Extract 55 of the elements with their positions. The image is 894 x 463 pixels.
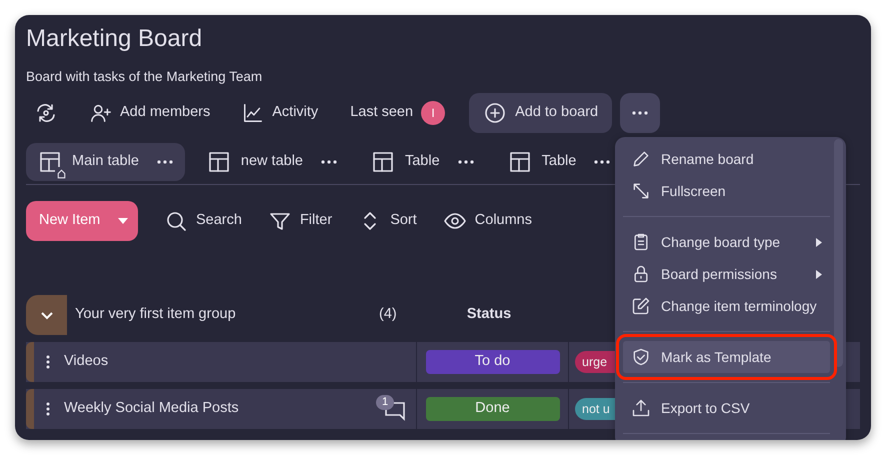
add-person-icon bbox=[90, 102, 112, 124]
avatar[interactable]: I bbox=[421, 101, 446, 126]
group-color-strip bbox=[26, 389, 34, 430]
drag-handle-icon[interactable] bbox=[46, 402, 50, 416]
pencil-icon bbox=[631, 149, 651, 169]
toolbar-button[interactable]: Sort bbox=[358, 201, 417, 242]
add-icon bbox=[483, 101, 508, 126]
menu-item[interactable]: Board permissions bbox=[623, 258, 830, 290]
edit-icon bbox=[631, 296, 651, 316]
more-icon bbox=[156, 160, 173, 164]
table-icon bbox=[38, 150, 62, 174]
toolbar-button[interactable]: Activity bbox=[234, 93, 326, 134]
board-description: Board with tasks of the Marketing Team bbox=[26, 68, 264, 86]
toolbar-button[interactable]: Filter bbox=[268, 201, 332, 242]
item-name: Weekly Social Media Posts bbox=[64, 399, 239, 418]
new-item-button[interactable]: New Item bbox=[26, 201, 138, 242]
comment-button[interactable]: 1 bbox=[376, 397, 406, 424]
more-icon bbox=[320, 160, 337, 164]
upload-icon bbox=[631, 398, 651, 418]
chevron-icon bbox=[40, 310, 54, 320]
board-title: Marketing Board bbox=[26, 24, 204, 51]
search-icon bbox=[164, 209, 188, 234]
view-tab[interactable]: Table bbox=[496, 143, 622, 182]
menu-item[interactable]: Change item terminology bbox=[623, 290, 830, 322]
expand-icon bbox=[631, 181, 651, 201]
scrollbar[interactable] bbox=[834, 139, 843, 367]
table-icon bbox=[508, 150, 532, 174]
menu-item[interactable]: Fullscreen bbox=[623, 175, 830, 207]
status-label[interactable]: To do bbox=[426, 350, 560, 374]
toolbar-button[interactable]: Search bbox=[164, 201, 242, 242]
shield-check-icon bbox=[631, 347, 651, 367]
drag-handle-icon[interactable] bbox=[46, 355, 50, 370]
add-to-board-button[interactable]: Add to board bbox=[469, 93, 612, 134]
line-chart-icon bbox=[242, 102, 264, 124]
column-header: Status bbox=[466, 305, 512, 324]
group-title: Your very first item group bbox=[74, 305, 237, 324]
status-label[interactable]: Done bbox=[426, 397, 560, 422]
menu-item[interactable]: Change board type bbox=[623, 226, 830, 258]
item-name: Videos bbox=[64, 352, 108, 372]
toolbar-button[interactable]: Columns bbox=[442, 201, 532, 242]
view-tab[interactable]: new table bbox=[194, 143, 349, 182]
menu-item[interactable]: Mark as Template bbox=[623, 341, 830, 373]
item-count: (4) bbox=[379, 305, 398, 324]
caret-icon bbox=[118, 218, 128, 224]
more-icon bbox=[594, 160, 610, 164]
table-icon bbox=[206, 150, 231, 174]
toolbar-button[interactable]: Add members bbox=[82, 93, 218, 134]
more-icon bbox=[632, 111, 648, 116]
table-icon bbox=[370, 150, 395, 174]
menu-item[interactable]: Rename board bbox=[623, 143, 830, 175]
view-tab[interactable]: Table bbox=[358, 143, 486, 182]
more-icon bbox=[458, 160, 474, 164]
last-seen-label: Last seen bbox=[350, 103, 414, 122]
group-color-strip bbox=[26, 342, 34, 382]
collapse-button[interactable] bbox=[26, 295, 67, 336]
